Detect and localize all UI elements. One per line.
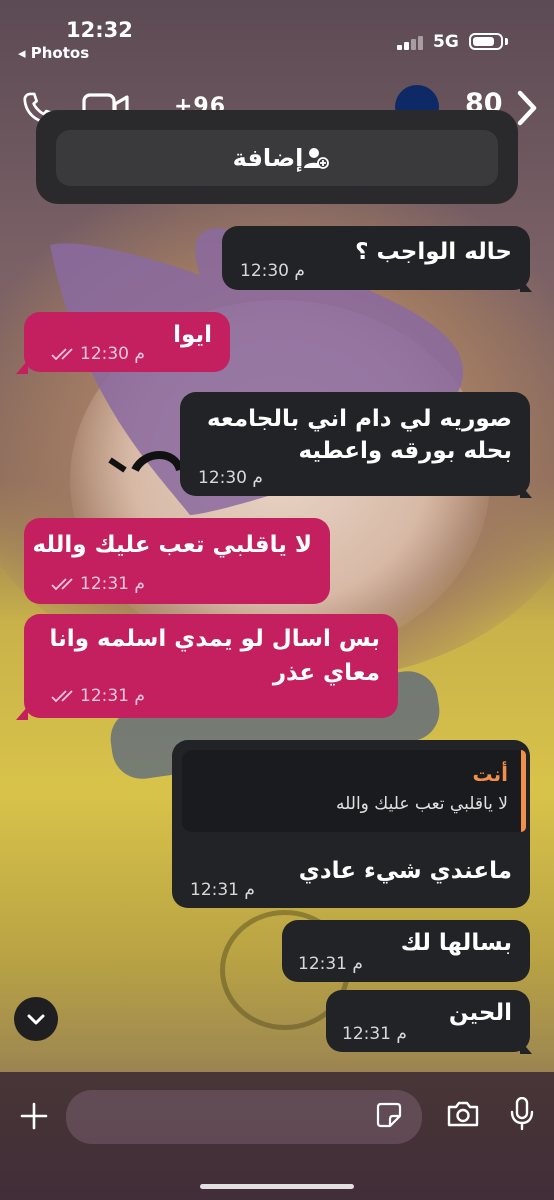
message-time-status: 12:31 م — [44, 574, 145, 594]
message-text: الحين — [448, 1000, 512, 1026]
message-text-line: بس اسال لو يمدي اسلمه وانا — [49, 626, 380, 652]
message-time: 12:30 م — [80, 344, 145, 364]
message-time: 12:30 م — [240, 261, 305, 281]
message-time-status: 12:30 م — [44, 344, 145, 364]
network-type: 5G — [433, 32, 459, 52]
message-time: 12:31 م — [80, 574, 145, 594]
message-bubble-outgoing[interactable]: ايوا 12:30 م — [24, 312, 230, 372]
message-bubble-incoming[interactable]: بسالها لك 12:31 م — [282, 920, 530, 982]
double-check-icon — [51, 348, 73, 361]
status-time: 12:32 — [66, 18, 133, 42]
message-time: 12:31 م — [80, 686, 145, 706]
message-text-line: معاي عذر — [272, 660, 380, 686]
battery-tip — [505, 38, 508, 45]
add-contact-label: إضافة — [232, 144, 304, 172]
message-text: ايوا — [173, 322, 212, 348]
reply-quoted-text: لا ياقلبي تعب عليك والله — [336, 794, 508, 814]
message-time: 12:31 م — [190, 880, 255, 900]
message-time: 12:31 م — [342, 1024, 407, 1044]
message-composer — [0, 1072, 554, 1200]
back-to-photos-link[interactable]: ◂ Photos — [18, 44, 89, 62]
message-text: بسالها لك — [400, 930, 512, 956]
message-bubble-incoming[interactable]: الحين 12:31 م — [326, 990, 530, 1052]
chevron-right-icon[interactable] — [514, 89, 540, 127]
double-check-icon — [51, 578, 73, 591]
message-input[interactable] — [66, 1090, 422, 1144]
chevron-down-icon — [27, 1014, 45, 1025]
message-text: ماعندي شيء عادي — [298, 858, 512, 884]
add-contact-button[interactable]: إضافة — [56, 130, 498, 186]
message-text-line: بحله بورقه واعطيه — [298, 438, 512, 464]
add-contact-icon — [304, 148, 330, 169]
reply-quote[interactable]: أنت لا ياقلبي تعب عليك والله — [182, 750, 526, 832]
scroll-to-bottom-button[interactable] — [14, 997, 58, 1041]
message-bubble-incoming[interactable]: حاله الواجب ؟ 12:30 م — [222, 226, 530, 290]
plus-icon[interactable] — [20, 1102, 48, 1130]
message-bubble-incoming-reply[interactable]: أنت لا ياقلبي تعب عليك والله ماعندي شيء … — [172, 740, 530, 908]
microphone-icon[interactable] — [510, 1097, 534, 1131]
message-time: 12:30 م — [198, 468, 263, 488]
message-text-line: صوريه لي دام اني بالجامعه — [206, 406, 512, 432]
home-indicator — [200, 1184, 354, 1189]
battery-icon — [469, 33, 503, 50]
signal-icon — [397, 36, 423, 50]
reply-accent-bar — [521, 750, 526, 832]
camera-icon[interactable] — [446, 1100, 480, 1128]
message-bubble-outgoing[interactable]: لا ياقلبي تعب عليك والله 12:31 م — [24, 518, 330, 604]
status-bar: 12:32 ◂ Photos 5G — [0, 0, 554, 80]
message-bubble-incoming[interactable]: صوريه لي دام اني بالجامعه بحله بورقه واع… — [180, 392, 530, 496]
message-time-status: 12:31 م — [44, 686, 145, 706]
message-text: لا ياقلبي تعب عليك والله — [32, 532, 312, 558]
message-time: 12:31 م — [298, 954, 363, 974]
message-text: حاله الواجب ؟ — [355, 239, 512, 265]
reply-sender: أنت — [472, 762, 508, 786]
double-check-icon — [51, 690, 73, 703]
add-contact-card: إضافة — [36, 110, 518, 204]
message-bubble-outgoing[interactable]: بس اسال لو يمدي اسلمه وانا معاي عذر 12:3… — [24, 614, 398, 718]
sticker-icon[interactable] — [376, 1102, 402, 1128]
